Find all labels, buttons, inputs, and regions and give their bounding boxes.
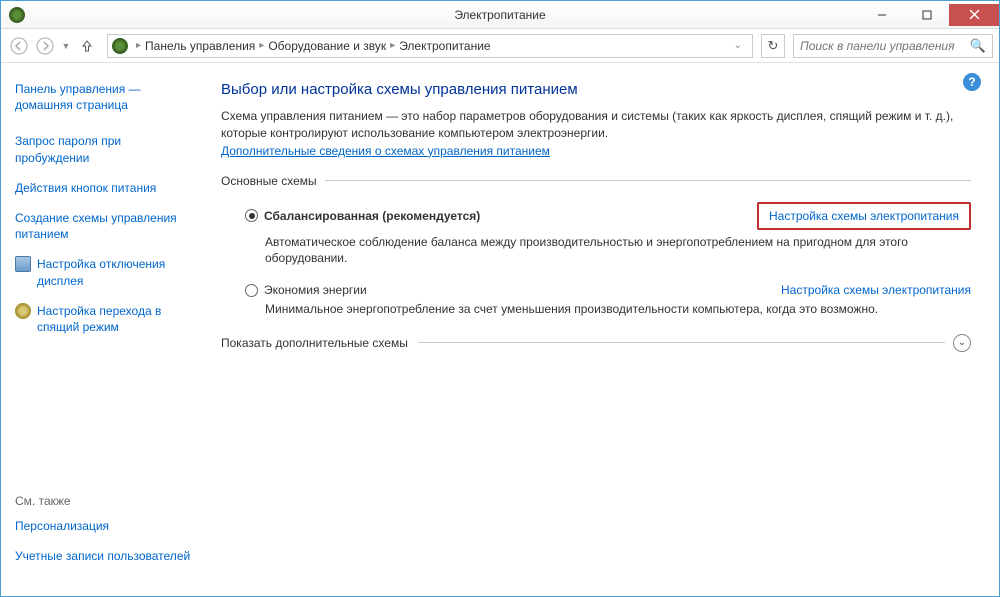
search-box[interactable]: 🔍 (793, 34, 993, 58)
breadcrumb-dropdown[interactable]: ⌄ (728, 40, 748, 51)
sidebar-link-display-off[interactable]: Настройка отключения дисплея (15, 256, 197, 288)
sidebar-item-label: Настройка отключения дисплея (37, 256, 197, 288)
search-input[interactable] (800, 39, 970, 53)
up-button[interactable] (75, 34, 99, 58)
breadcrumb-item[interactable]: Электропитание (399, 39, 490, 53)
breadcrumb-icon (112, 38, 128, 54)
monitor-icon (15, 256, 31, 272)
window-controls (859, 4, 999, 26)
help-icon[interactable]: ? (963, 73, 981, 91)
divider (418, 342, 945, 343)
sidebar-link-user-accounts[interactable]: Учетные записи пользователей (15, 548, 197, 564)
chevron-down-icon: ⌄ (953, 334, 971, 352)
close-button[interactable] (949, 4, 999, 26)
breadcrumb-item[interactable]: Панель управления (145, 39, 255, 53)
forward-button[interactable] (33, 34, 57, 58)
plan-radio-energy-saver[interactable]: Экономия энергии (245, 283, 367, 297)
breadcrumb[interactable]: ▸ Панель управления ▸ Оборудование и зву… (107, 34, 753, 58)
sidebar-link-personalization[interactable]: Персонализация (15, 518, 197, 534)
plan-name: Сбалансированная (рекомендуется) (264, 209, 480, 223)
chevron-right-icon: ▸ (259, 40, 264, 51)
sidebar-home-link[interactable]: Панель управления — домашняя страница (15, 81, 197, 113)
sidebar: Панель управления — домашняя страница За… (1, 63, 211, 596)
chevron-right-icon: ▸ (390, 40, 395, 51)
page-description: Схема управления питанием — это набор па… (221, 108, 971, 142)
maximize-button[interactable] (904, 4, 949, 26)
chevron-right-icon: ▸ (136, 40, 141, 51)
plan-description: Автоматическое соблюдение баланса между … (265, 234, 971, 268)
sidebar-link-sleep[interactable]: Настройка перехода в спящий режим (15, 303, 197, 335)
sidebar-see-also: См. также Персонализация Учетные записи … (15, 494, 197, 578)
plan-settings-link[interactable]: Настройка схемы электропитания (781, 283, 971, 297)
expand-additional-plans[interactable]: Показать дополнительные схемы ⌄ (221, 334, 971, 352)
power-icon (15, 303, 31, 319)
history-dropdown[interactable]: ▼ (59, 34, 73, 58)
back-button[interactable] (7, 34, 31, 58)
plan-name: Экономия энергии (264, 283, 367, 297)
search-icon[interactable]: 🔍 (970, 38, 986, 54)
page-title: Выбор или настройка схемы управления пит… (221, 81, 971, 98)
see-also-heading: См. также (15, 494, 197, 508)
app-icon (9, 7, 25, 23)
radio-icon (245, 284, 258, 297)
plan-settings-link[interactable]: Настройка схемы электропитания (757, 202, 971, 230)
titlebar: Электропитание (1, 1, 999, 29)
section-basic-plans: Основные схемы (221, 174, 971, 188)
navbar: ▼ ▸ Панель управления ▸ Оборудование и з… (1, 29, 999, 63)
plan-radio-balanced[interactable]: Сбалансированная (рекомендуется) (245, 209, 480, 223)
divider (325, 180, 971, 181)
plan-energy-saver: Экономия энергии Настройка схемы электро… (245, 283, 971, 318)
breadcrumb-item[interactable]: Оборудование и звук (268, 39, 386, 53)
main-content: ? Выбор или настройка схемы управления п… (211, 63, 999, 596)
body: Панель управления — домашняя страница За… (1, 63, 999, 596)
radio-icon (245, 209, 258, 222)
sidebar-item-label: Настройка перехода в спящий режим (37, 303, 197, 335)
window-title: Электропитание (454, 8, 545, 22)
plan-description: Минимальное энергопотребление за счет ум… (265, 301, 971, 318)
sidebar-link-password[interactable]: Запрос пароля при пробуждении (15, 133, 197, 165)
more-info-link[interactable]: Дополнительные сведения о схемах управле… (221, 144, 550, 158)
refresh-button[interactable]: ↻ (761, 34, 785, 58)
expand-label: Показать дополнительные схемы (221, 336, 408, 350)
minimize-button[interactable] (859, 4, 904, 26)
section-title: Основные схемы (221, 174, 317, 188)
sidebar-link-create-plan[interactable]: Создание схемы управления питанием (15, 210, 197, 242)
plan-balanced: Сбалансированная (рекомендуется) Настрой… (245, 202, 971, 268)
sidebar-link-buttons[interactable]: Действия кнопок питания (15, 180, 197, 196)
